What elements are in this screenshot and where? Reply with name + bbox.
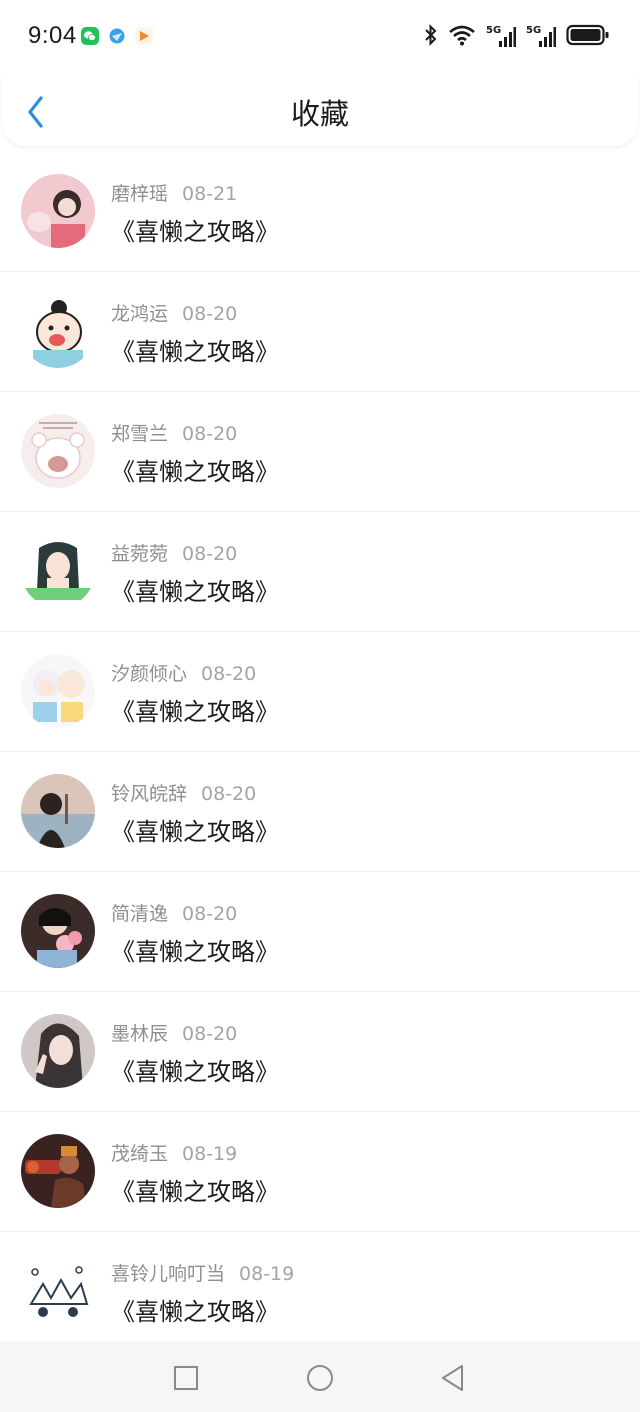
favorite-date: 08-20 <box>182 1023 238 1045</box>
list-item[interactable]: 汐颜倾心 08-20 《喜懒之攻略》 <box>0 632 640 752</box>
video-app-icon <box>135 27 153 45</box>
user-name-text: 墨林辰 <box>111 1023 169 1045</box>
avatar[interactable] <box>21 1014 95 1088</box>
wechat-icon <box>81 27 99 45</box>
book-title[interactable]: 《喜懒之攻略》 <box>111 1052 279 1087</box>
user-name-text: 郑雪兰 <box>111 423 169 445</box>
book-title[interactable]: 《喜懒之攻略》 <box>111 1292 279 1327</box>
favorite-date: 08-20 <box>182 303 238 325</box>
book-title[interactable]: 《喜懒之攻略》 <box>111 452 279 487</box>
app-header: 收藏 <box>2 74 638 146</box>
user-name: 铃风皖辞 08-20 <box>111 779 256 806</box>
user-name: 汐颜倾心 08-20 <box>111 659 256 686</box>
avatar[interactable] <box>21 294 95 368</box>
square-recents-icon <box>174 1366 198 1390</box>
favorite-date: 08-20 <box>182 543 238 565</box>
book-title[interactable]: 《喜懒之攻略》 <box>111 332 279 367</box>
list-item[interactable]: 益菀菀 08-20 《喜懒之攻略》 <box>0 512 640 632</box>
book-title[interactable]: 《喜懒之攻略》 <box>111 572 279 607</box>
avatar[interactable] <box>21 1134 95 1208</box>
system-nav-bar <box>0 1342 640 1412</box>
avatar[interactable] <box>21 1254 95 1328</box>
book-title[interactable]: 《喜懒之攻略》 <box>111 1172 279 1207</box>
back-nav-button[interactable] <box>437 1362 469 1394</box>
user-name: 茂绮玉 08-19 <box>111 1139 237 1166</box>
home-button[interactable] <box>304 1362 336 1394</box>
favorite-date: 08-20 <box>182 423 238 445</box>
user-name-text: 喜铃儿响叮当 <box>111 1263 226 1285</box>
avatar[interactable] <box>21 414 95 488</box>
book-title[interactable]: 《喜懒之攻略》 <box>111 212 279 247</box>
favorite-date: 08-20 <box>201 783 257 805</box>
user-name-text: 磨梓瑶 <box>111 183 169 205</box>
user-name: 简清逸 08-20 <box>111 899 237 926</box>
user-name-text: 茂绮玉 <box>111 1143 169 1165</box>
user-name-text: 铃风皖辞 <box>111 783 188 805</box>
favorite-date: 08-20 <box>201 663 257 685</box>
list-item[interactable]: 茂绮玉 08-19 《喜懒之攻略》 <box>0 1112 640 1232</box>
book-title[interactable]: 《喜懒之攻略》 <box>111 692 279 727</box>
list-item[interactable]: 龙鸿运 08-20 《喜懒之攻略》 <box>0 272 640 392</box>
user-name: 益菀菀 08-20 <box>111 539 237 566</box>
circle-home-icon <box>307 1365 333 1391</box>
favorite-date: 08-19 <box>182 1143 238 1165</box>
user-name: 墨林辰 08-20 <box>111 1019 237 1046</box>
battery-icon <box>566 24 610 50</box>
page-title: 收藏 <box>290 97 349 131</box>
browser-icon <box>108 27 126 45</box>
list-item[interactable]: 墨林辰 08-20 《喜懒之攻略》 <box>0 992 640 1112</box>
status-bar: 9:04 5G 5G <box>0 0 640 74</box>
user-name-text: 汐颜倾心 <box>111 663 188 685</box>
wifi-icon <box>448 24 476 50</box>
avatar[interactable] <box>21 174 95 248</box>
user-name-text: 益菀菀 <box>111 543 169 565</box>
user-name-text: 简清逸 <box>111 903 169 925</box>
list-item[interactable]: 简清逸 08-20 《喜懒之攻略》 <box>0 872 640 992</box>
list-item[interactable]: 磨梓瑶 08-21 《喜懒之攻略》 <box>0 152 640 272</box>
avatar[interactable] <box>21 894 95 968</box>
avatar[interactable] <box>21 534 95 608</box>
avatar[interactable] <box>21 774 95 848</box>
book-title[interactable]: 《喜懒之攻略》 <box>111 932 279 967</box>
avatar[interactable] <box>21 654 95 728</box>
favorite-date: 08-21 <box>182 183 238 205</box>
user-name: 磨梓瑶 08-21 <box>111 179 237 206</box>
book-title[interactable]: 《喜懒之攻略》 <box>111 812 279 847</box>
user-name-text: 龙鸿运 <box>111 303 169 325</box>
user-name: 郑雪兰 08-20 <box>111 419 237 446</box>
signal-5g-icon: 5G <box>486 25 516 49</box>
list-item[interactable]: 喜铃儿响叮当 08-19 《喜懒之攻略》 <box>0 1232 640 1352</box>
status-icons: 5G 5G <box>424 24 610 50</box>
list-item[interactable]: 铃风皖辞 08-20 《喜懒之攻略》 <box>0 752 640 872</box>
user-name: 龙鸿运 08-20 <box>111 299 237 326</box>
list-item[interactable]: 郑雪兰 08-20 《喜懒之攻略》 <box>0 392 640 512</box>
favorite-date: 08-19 <box>239 1263 295 1285</box>
triangle-back-icon <box>442 1365 463 1391</box>
recents-button[interactable] <box>170 1362 202 1394</box>
user-name: 喜铃儿响叮当 08-19 <box>111 1259 294 1286</box>
favorite-date: 08-20 <box>182 903 238 925</box>
bluetooth-icon <box>424 23 438 51</box>
signal-5g-icon: 5G <box>526 25 556 49</box>
status-time: 9:04 <box>28 22 77 49</box>
favorites-list: 磨梓瑶 08-21 《喜懒之攻略》 龙鸿运 08-20 《喜懒之攻略》 郑雪兰 08-… <box>0 152 640 1352</box>
